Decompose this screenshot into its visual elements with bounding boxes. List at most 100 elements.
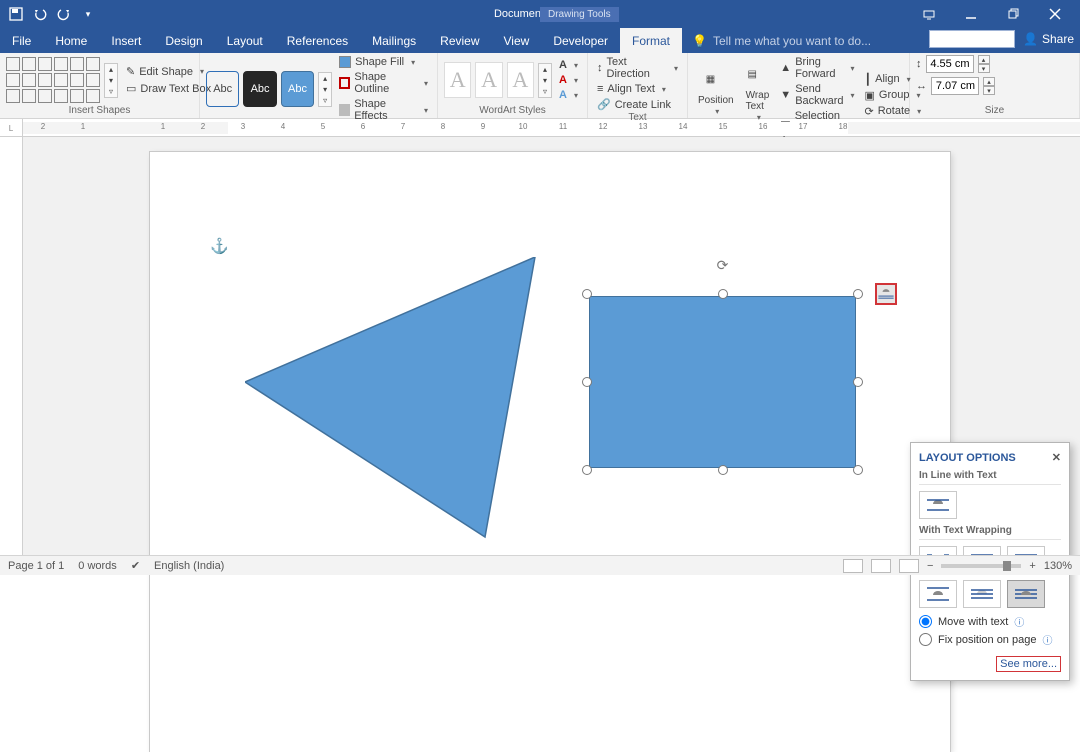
rotate-handle[interactable]: ⟳ — [717, 257, 729, 274]
resize-handle[interactable] — [853, 377, 863, 387]
height-spinner[interactable]: ▴▾ — [978, 55, 990, 73]
tab-references[interactable]: References — [275, 28, 360, 53]
height-input[interactable] — [926, 55, 974, 73]
shapes-gallery-scroll[interactable]: ▴▾▿ — [104, 63, 118, 98]
page-indicator[interactable]: Page 1 of 1 — [8, 560, 64, 572]
text-box-icon: ▭ — [126, 82, 136, 95]
see-more-link[interactable]: See more... — [996, 656, 1061, 672]
resize-handle[interactable] — [718, 289, 728, 299]
title-bar: ▾ Document1 - Word Drawing Tools — [0, 0, 1080, 28]
wrap-text-button[interactable]: ▤Wrap Text — [742, 69, 774, 122]
wordart-scroll[interactable]: ▴▾▿ — [538, 63, 552, 98]
position-icon: ▦ — [706, 74, 726, 94]
shapes-gallery[interactable] — [6, 57, 100, 103]
proofing-icon[interactable]: ✔ — [131, 559, 140, 572]
resize-handle[interactable] — [582, 465, 592, 475]
zoom-level[interactable]: 130% — [1044, 560, 1072, 572]
text-fill-button[interactable]: A — [556, 58, 581, 72]
tab-mailings[interactable]: Mailings — [360, 28, 428, 53]
group-label: Insert Shapes — [6, 105, 193, 118]
resize-handle[interactable] — [853, 465, 863, 475]
width-input[interactable] — [931, 77, 979, 95]
layout-options-button[interactable] — [875, 283, 897, 305]
save-icon[interactable] — [6, 4, 26, 24]
resize-handle[interactable] — [582, 289, 592, 299]
wordart-style-1[interactable]: A — [444, 62, 471, 98]
tab-developer[interactable]: Developer — [541, 28, 620, 53]
layout-infront-option[interactable] — [1007, 580, 1045, 608]
align-text-button[interactable]: ≡Align Text — [594, 82, 669, 96]
wordart-style-3[interactable]: A — [507, 62, 534, 98]
layout-topbottom-option[interactable] — [919, 580, 957, 608]
horizontal-ruler[interactable]: 21123456789101112131415161718 — [23, 119, 1080, 136]
group-insert-shapes: ▴▾▿ ✎Edit Shape ▭Draw Text Box Insert Sh… — [0, 53, 200, 118]
tab-layout[interactable]: Layout — [215, 28, 275, 53]
tab-home[interactable]: Home — [43, 28, 99, 53]
tab-format[interactable]: Format — [620, 28, 682, 53]
resize-handle[interactable] — [718, 465, 728, 475]
send-backward-button[interactable]: ▼Send Backward — [777, 82, 857, 108]
layout-options-title: LAYOUT OPTIONS — [919, 452, 1016, 464]
zoom-out-button[interactable]: − — [927, 560, 933, 572]
position-button[interactable]: ▦Position — [694, 74, 738, 116]
info-icon[interactable]: ⓘ — [1014, 614, 1024, 629]
wordart-style-2[interactable]: A — [475, 62, 502, 98]
close-icon[interactable]: ✕ — [1052, 451, 1061, 464]
wrap-text-icon: ▤ — [747, 69, 767, 89]
print-layout-button[interactable] — [871, 559, 891, 573]
search-input[interactable] — [929, 30, 1015, 48]
rectangle-shape-selected[interactable]: ⟳ — [580, 287, 865, 477]
shape-style-2[interactable]: Abc — [243, 71, 276, 107]
text-direction-icon: ↕ — [597, 62, 603, 74]
redo-icon[interactable] — [54, 4, 74, 24]
word-count[interactable]: 0 words — [78, 560, 117, 572]
shape-styles-scroll[interactable]: ▴▾▿ — [318, 72, 332, 107]
restore-icon[interactable] — [996, 0, 1030, 28]
ribbon-options-icon[interactable] — [912, 0, 946, 28]
tab-view[interactable]: View — [492, 28, 542, 53]
tab-file[interactable]: File — [0, 28, 43, 53]
contextual-tab-label: Drawing Tools — [540, 7, 619, 22]
share-button[interactable]: 👤Share — [1023, 32, 1074, 46]
shape-fill-button[interactable]: Shape Fill — [336, 55, 431, 69]
minimize-icon[interactable] — [954, 0, 988, 28]
resize-handle[interactable] — [582, 377, 592, 387]
bring-forward-button[interactable]: ▲Bring Forward — [777, 55, 857, 81]
layout-inline-option[interactable] — [919, 491, 957, 519]
ruler-area: L 21123456789101112131415161718 — [0, 119, 1080, 137]
web-layout-button[interactable] — [899, 559, 919, 573]
info-icon[interactable]: ⓘ — [1042, 632, 1052, 647]
effects-icon — [339, 104, 350, 116]
shape-style-3[interactable]: Abc — [281, 71, 314, 107]
undo-icon[interactable] — [30, 4, 50, 24]
link-icon: 🔗 — [597, 98, 611, 111]
read-mode-button[interactable] — [843, 559, 863, 573]
tell-me[interactable]: 💡Tell me what you want to do... — [682, 28, 881, 53]
resize-handle[interactable] — [853, 289, 863, 299]
fix-position-radio[interactable]: Fix position on pageⓘ — [919, 632, 1061, 647]
zoom-in-button[interactable]: + — [1029, 560, 1035, 572]
ribbon: ▴▾▿ ✎Edit Shape ▭Draw Text Box Insert Sh… — [0, 53, 1080, 119]
create-link-button[interactable]: 🔗Create Link — [594, 97, 674, 112]
layout-behind-option[interactable] — [963, 580, 1001, 608]
qat-more-icon[interactable]: ▾ — [78, 4, 98, 24]
tab-review[interactable]: Review — [428, 28, 491, 53]
text-direction-button[interactable]: ↕Text Direction — [594, 55, 681, 81]
move-with-text-radio[interactable]: Move with textⓘ — [919, 614, 1061, 629]
group-icon: ▣ — [865, 89, 875, 102]
text-outline-button[interactable]: A — [556, 73, 581, 87]
zoom-slider[interactable] — [941, 564, 1021, 568]
rectangle-shape[interactable] — [589, 296, 856, 468]
width-spinner[interactable]: ▴▾ — [983, 77, 995, 95]
send-backward-icon: ▼ — [780, 89, 791, 101]
tab-design[interactable]: Design — [153, 28, 214, 53]
page[interactable]: ⚓ ⟳ — [150, 152, 950, 752]
vertical-ruler[interactable] — [0, 137, 23, 555]
close-icon[interactable] — [1038, 0, 1072, 28]
shape-style-1[interactable]: Abc — [206, 71, 239, 107]
language-indicator[interactable]: English (India) — [154, 560, 224, 572]
tab-insert[interactable]: Insert — [99, 28, 153, 53]
shape-outline-button[interactable]: Shape Outline — [336, 70, 431, 96]
triangle-shape[interactable] — [245, 257, 555, 547]
text-effects-button[interactable]: A — [556, 88, 581, 102]
